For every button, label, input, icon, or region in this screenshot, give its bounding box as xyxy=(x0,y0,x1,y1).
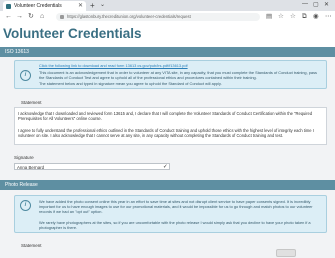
section-header-iso: ISO 13613 xyxy=(0,47,335,57)
statement-box: I acknowledge that I downloaded and revi… xyxy=(14,107,327,145)
window-close-button[interactable]: ✕ xyxy=(324,1,329,8)
photo-info-paragraph-2: We rarely have photographers at the site… xyxy=(39,220,311,230)
tab-list-chevron-icon[interactable]: ⌄ xyxy=(100,1,105,8)
favicon-icon xyxy=(6,4,11,9)
section-header-iso-label: ISO 13613 xyxy=(5,49,29,55)
lock-icon xyxy=(60,14,64,19)
form-13613-link[interactable]: Click the following link to download and… xyxy=(39,63,188,68)
new-tab-button[interactable]: + xyxy=(90,1,95,10)
signature-valid-check-icon: ✓ xyxy=(163,164,168,170)
browser-tab[interactable]: Volunteer Credentials ✕ xyxy=(3,1,86,11)
favorite-star-icon[interactable]: ☆ xyxy=(278,12,284,21)
forward-arrow-icon[interactable]: → xyxy=(16,12,23,21)
maximize-button[interactable]: ▢ xyxy=(313,1,319,8)
info-icon: i xyxy=(20,70,31,81)
signature-input[interactable]: Anna Bernard xyxy=(14,163,170,170)
extensions-icon[interactable]: ⧉ xyxy=(302,12,307,21)
minimize-button[interactable]: — xyxy=(302,1,308,7)
info-text: This document is an acknowledgement that… xyxy=(39,70,317,80)
horizontal-scrollbar-thumb[interactable] xyxy=(276,249,296,257)
home-icon[interactable]: ⌂ xyxy=(40,12,44,21)
statement-label: Statement xyxy=(21,100,42,105)
page-content: Volunteer Credentials ISO 13613 i Click … xyxy=(0,23,335,258)
info-box-photo-release: i We have added the photo consent online… xyxy=(14,195,327,233)
page-title: Volunteer Credentials xyxy=(3,26,142,41)
browser-tab-title: Volunteer Credentials xyxy=(14,3,62,9)
page-header: Volunteer Credentials xyxy=(0,23,335,47)
address-url: https://glastonbury.thecreditunion.org/v… xyxy=(67,14,191,19)
address-bar[interactable]: https://glastonbury.thecreditunion.org/v… xyxy=(56,13,260,21)
profile-icon[interactable]: ◉ xyxy=(313,12,319,21)
photo-info-paragraph-1: We have added the photo consent online t… xyxy=(39,199,313,214)
more-menu-icon[interactable]: ⋯ xyxy=(325,12,332,21)
signature-label: Signature xyxy=(14,155,34,160)
collections-icon[interactable]: ☆ xyxy=(290,12,296,21)
section-header-photo: Photo Release xyxy=(0,180,335,190)
photo-statement-label: Statement xyxy=(21,243,42,248)
statement-paragraph-1: I acknowledge that I downloaded and revi… xyxy=(18,111,313,122)
section-header-photo-label: Photo Release xyxy=(5,182,38,188)
reload-icon[interactable]: ↻ xyxy=(28,12,34,21)
reader-view-icon[interactable]: ▤ xyxy=(266,12,272,21)
info-icon: i xyxy=(20,200,31,211)
info-text-2: The statement below and typed in signatu… xyxy=(39,81,222,86)
close-tab-icon[interactable]: ✕ xyxy=(78,2,83,9)
info-box-form-download: i Click the following link to download a… xyxy=(14,60,327,89)
statement-paragraph-2: I agree to fully understand the professi… xyxy=(18,128,314,139)
back-arrow-icon[interactable]: ← xyxy=(5,12,12,21)
